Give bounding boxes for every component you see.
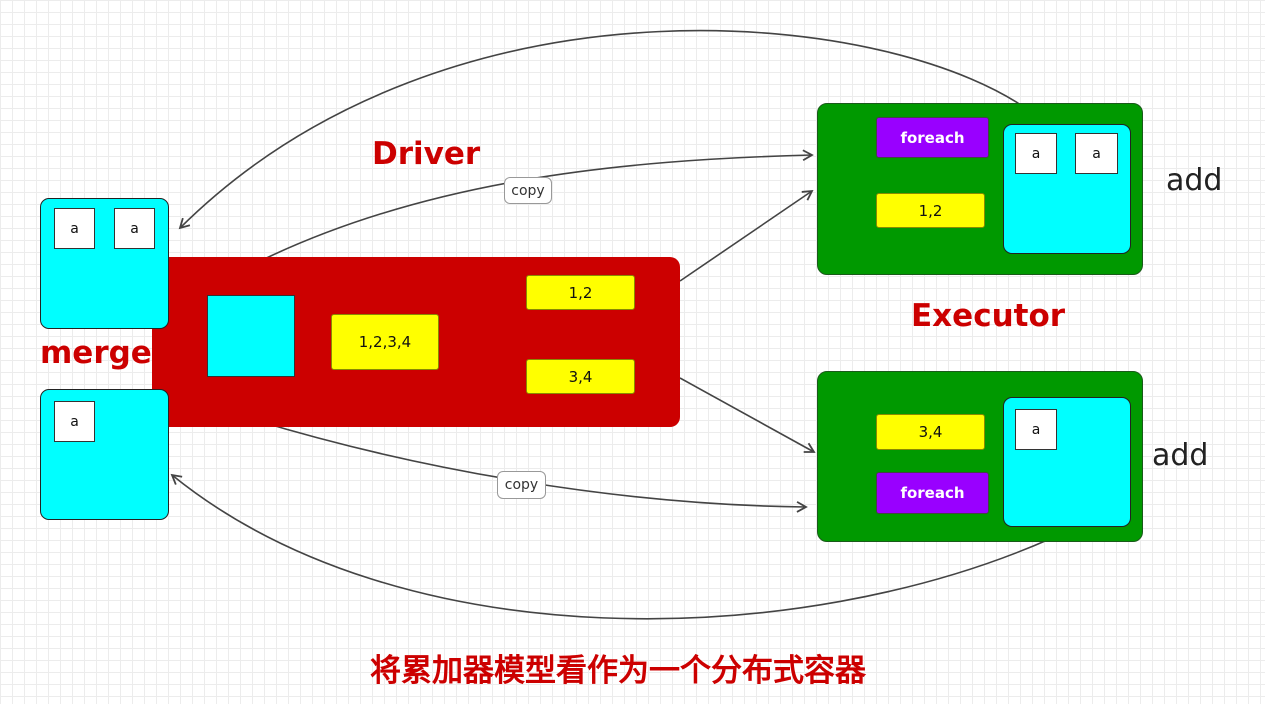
driver-partition-2: 3,4 <box>526 359 635 394</box>
executor-top-partition: 1,2 <box>876 193 985 228</box>
executor-bottom-foreach: foreach <box>876 472 989 514</box>
driver-data-box: 1,2,3,4 <box>331 314 439 370</box>
copy-label-bottom: copy <box>497 471 546 499</box>
executor-label: Executor <box>911 298 1066 334</box>
add-label-top: add <box>1166 163 1223 198</box>
executor-top-foreach: foreach <box>876 117 989 158</box>
add-label-bottom: add <box>1152 438 1209 473</box>
merge-label: merge <box>40 335 152 371</box>
executor-top-item-2: a <box>1075 133 1118 174</box>
partition-arrow-bottom <box>679 377 816 453</box>
driver-label: Driver <box>372 136 481 172</box>
copy-arrow-top <box>247 149 814 268</box>
copy-label-top: copy <box>504 177 552 204</box>
merge-top-item-1: a <box>54 208 95 249</box>
merge-bottom-item-1: a <box>54 401 95 442</box>
driver-partition-1: 1,2 <box>526 275 635 310</box>
caption: 将累加器模型看作为一个分布式容器 <box>370 653 866 689</box>
executor-top-item-1: a <box>1015 133 1057 174</box>
executor-bottom-partition: 3,4 <box>876 414 985 450</box>
partition-arrow-top <box>679 189 814 282</box>
driver-accumulator <box>207 295 295 377</box>
merge-top-item-2: a <box>114 208 155 249</box>
executor-bottom-item-1: a <box>1015 409 1057 450</box>
